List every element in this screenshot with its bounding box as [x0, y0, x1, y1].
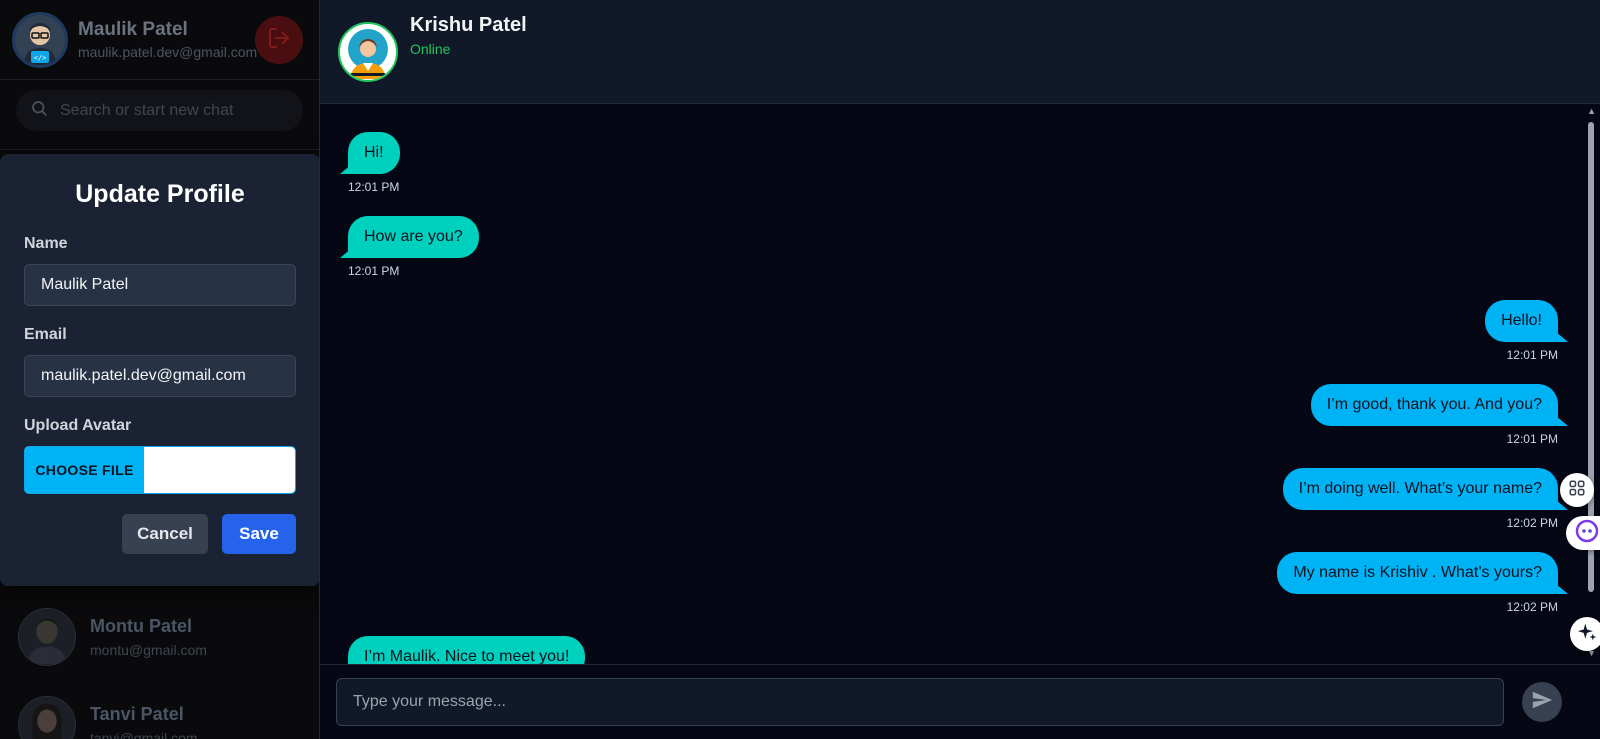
message-item: How are you? 12:01 PM — [340, 216, 479, 278]
current-user-header: </> Maulik Patel maulik.patel.dev@gmail.… — [0, 0, 319, 80]
chat-header: Krishu Patel Online — [320, 0, 1600, 104]
chat-partner-avatar[interactable] — [338, 21, 398, 82]
logout-button[interactable] — [255, 16, 303, 64]
modal-title: Update Profile — [75, 180, 245, 208]
message-composer — [320, 664, 1600, 739]
search-icon — [30, 99, 48, 122]
chat-partner-status: Online — [410, 41, 451, 57]
message-item: I’m doing well. What’s your name? 12:02 … — [1282, 468, 1569, 530]
current-user-name: Maulik Patel — [78, 19, 188, 40]
contact-name: Montu Patel — [90, 616, 192, 636]
email-label: Email — [24, 326, 67, 343]
contact-name: Tanvi Patel — [90, 704, 184, 724]
upload-avatar-label: Upload Avatar — [24, 417, 132, 434]
email-field[interactable] — [24, 355, 296, 397]
message-input[interactable] — [336, 678, 1504, 726]
assistant-face-icon — [1575, 519, 1599, 548]
contact-item-tanvi[interactable]: Tanvi Patel tanvi@gmail.com — [0, 681, 319, 739]
message-bubble: How are you? — [340, 216, 479, 258]
choose-file-button[interactable]: CHOOSE FILE — [25, 447, 144, 493]
developer-avatar-icon[interactable]: </> — [12, 11, 68, 68]
search-input[interactable] — [60, 101, 280, 120]
message-time: 12:01 PM — [1506, 348, 1558, 362]
logout-icon — [267, 26, 291, 55]
ai-sparkle-button[interactable] — [1570, 617, 1600, 651]
assistant-button[interactable] — [1566, 516, 1600, 550]
name-field[interactable] — [24, 264, 296, 306]
message-item: My name is Krishiv . What’s yours? 12:02… — [1277, 552, 1568, 614]
contact-avatar — [18, 696, 76, 739]
current-user-email: maulik.patel.dev@gmail.com — [78, 44, 258, 60]
sidebar: </> Maulik Patel maulik.patel.dev@gmail.… — [0, 0, 320, 739]
message-time: 12:02 PM — [1506, 516, 1558, 530]
send-icon — [1531, 689, 1553, 716]
send-button[interactable] — [1522, 682, 1562, 722]
message-item: Hi! 12:01 PM — [340, 132, 400, 194]
apps-grid-button[interactable] — [1560, 473, 1594, 507]
cancel-button[interactable]: Cancel — [122, 514, 208, 554]
scroll-up-arrow[interactable]: ▲ — [1587, 106, 1596, 116]
message-bubble: My name is Krishiv . What’s yours? — [1277, 552, 1568, 594]
file-name-display — [144, 447, 295, 493]
message-time: 12:01 PM — [348, 264, 400, 278]
message-bubble: I’m doing well. What’s your name? — [1282, 468, 1569, 510]
save-button[interactable]: Save — [222, 514, 296, 554]
modal-actions: Cancel Save — [24, 514, 296, 554]
contact-email: montu@gmail.com — [90, 642, 207, 658]
update-profile-modal: Update Profile Name Email Upload Avatar … — [0, 154, 319, 586]
search-box[interactable] — [16, 90, 303, 131]
message-bubble: I’m good, thank you. And you? — [1310, 384, 1569, 426]
contact-item-montu[interactable]: Montu Patel montu@gmail.com — [0, 593, 319, 681]
contact-list: Montu Patel montu@gmail.com Tanvi Patel … — [0, 593, 319, 739]
message-bubble: Hello! — [1485, 300, 1568, 342]
message-item: I’m Maulik. Nice to meet you! — [348, 636, 586, 664]
contact-avatar — [18, 608, 76, 666]
name-label: Name — [24, 235, 68, 252]
search-bar — [0, 80, 319, 150]
message-bubble: I’m Maulik. Nice to meet you! — [348, 636, 586, 664]
chat-app: </> Maulik Patel maulik.patel.dev@gmail.… — [0, 0, 1600, 739]
sparkle-icon — [1577, 622, 1597, 647]
chat-partner-name: Krishu Patel — [410, 14, 527, 36]
chat-panel: Krishu Patel Online Hi! 12:01 PM How are… — [320, 0, 1600, 739]
contact-email: tanvi@gmail.com — [90, 730, 198, 739]
message-time: 12:01 PM — [348, 180, 400, 194]
message-bubble: Hi! — [340, 132, 400, 174]
message-list[interactable]: Hi! 12:01 PM How are you? 12:01 PM Hello… — [320, 104, 1600, 664]
grid-icon — [1568, 479, 1586, 502]
svg-text:</>: </> — [34, 54, 47, 62]
message-time: 12:02 PM — [1506, 600, 1558, 614]
message-item: I’m good, thank you. And you? 12:01 PM — [1310, 384, 1569, 446]
message-time: 12:01 PM — [1506, 432, 1558, 446]
message-item: Hello! 12:01 PM — [1485, 300, 1568, 362]
avatar-file-input[interactable]: CHOOSE FILE — [24, 446, 296, 494]
